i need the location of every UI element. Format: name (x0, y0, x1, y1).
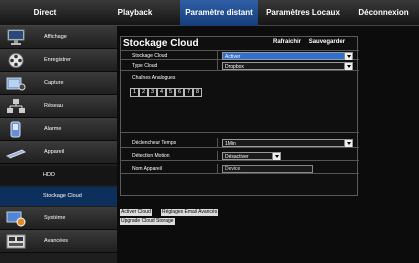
film-reel-icon (6, 52, 26, 69)
channel-checkbox[interactable]: 1 (130, 88, 139, 97)
device-icon (5, 144, 27, 161)
channel-checkbox[interactable]: 7 (184, 88, 193, 97)
motion-detection-select[interactable]: Désactiver (222, 152, 281, 160)
row-device-name: Nom Appareil Device (121, 164, 359, 174)
advanced-icon (6, 233, 26, 250)
monitor-icon (6, 29, 26, 46)
cloud-storage-panel: Stockage Cloud Rafraichir Sauvegarder St… (120, 36, 359, 196)
main-content: Stockage Cloud Rafraichir Sauvegarder St… (118, 26, 419, 263)
analog-channels: Chaînes Analogues 1 2 3 4 5 6 7 8 (121, 73, 359, 133)
sidebar-item-network[interactable]: Réseau (0, 95, 117, 118)
sidebar-item-label: Alarme (44, 126, 62, 132)
alarm-icon (6, 121, 26, 138)
row-label: Stockage Cloud (132, 53, 168, 59)
capture-icon (6, 75, 26, 92)
cloud-type-select[interactable]: Dropbox (222, 62, 353, 70)
sidebar-item-advanced[interactable]: Avancées (0, 230, 117, 253)
channel-checkbox[interactable]: 4 (157, 88, 166, 97)
row-cloud-type: Type Cloud Dropbox (121, 61, 359, 71)
upgrade-cloud-button[interactable]: Upgrade Cloud Storage (120, 218, 175, 225)
sidebar-item-capture[interactable]: Capture (0, 72, 117, 95)
select-value: Dropbox (225, 64, 244, 70)
divider (217, 51, 218, 61)
chevron-down-icon (272, 153, 280, 160)
channel-checkbox[interactable]: 6 (175, 88, 184, 97)
cloud-storage-select[interactable]: Activer (222, 52, 353, 60)
chevron-down-icon (344, 140, 352, 147)
sidebar-item-label: Appareil (44, 149, 65, 155)
system-icon (6, 210, 26, 227)
row-label: Déclencheur Temps (132, 140, 177, 146)
divider (217, 164, 218, 174)
divider (217, 138, 218, 148)
sidebar-item-record[interactable]: Enregistrer (0, 49, 117, 72)
chevron-down-icon (344, 63, 352, 70)
page-title: Stockage Cloud (123, 38, 199, 49)
tab-playback[interactable]: Playback (90, 0, 180, 26)
row-label: Détection Motion (132, 153, 170, 159)
divider (217, 151, 218, 161)
top-navigation: Direct Playback Paramètre distant Paramè… (0, 0, 419, 26)
sidebar-subitem-hdd[interactable]: HDD (0, 166, 117, 185)
sidebar-item-display[interactable]: Affichage (0, 26, 117, 49)
device-name-input[interactable]: Device (222, 165, 313, 173)
sidebar-item-label: Avancées (44, 238, 69, 244)
tab-remote-settings[interactable]: Paramètre distant (180, 0, 258, 26)
sidebar-item-device[interactable]: Appareil (0, 141, 117, 164)
channel-checkbox[interactable]: 5 (166, 88, 175, 97)
divider (217, 61, 218, 71)
sidebar-item-label: Système (44, 215, 66, 221)
panel-actions: Rafraichir Sauvegarder (273, 39, 351, 45)
enable-cloud-button[interactable]: Activer Cloud (120, 209, 152, 216)
channels-title: Chaînes Analogues (132, 75, 176, 81)
tab-logout[interactable]: Déconnexion (348, 0, 419, 26)
channel-checkbox[interactable]: 3 (148, 88, 157, 97)
chevron-down-icon (344, 53, 352, 60)
sidebar-item-label: Réseau (44, 103, 63, 109)
select-value: Activer (225, 54, 241, 60)
row-cloud-storage: Stockage Cloud Activer (121, 50, 359, 61)
row-label: Nom Appareil (132, 166, 163, 172)
row-trigger-time: Déclencheur Temps 1Min (121, 138, 359, 148)
sidebar-subitem-cloud-storage[interactable]: Stockage Cloud (0, 187, 117, 206)
sidebar-item-label: Affichage (44, 34, 67, 40)
email-settings-button[interactable]: Réglages Email Avancés (161, 209, 219, 216)
save-button[interactable]: Sauvegarder (309, 39, 345, 45)
refresh-button[interactable]: Rafraichir (273, 39, 301, 45)
sidebar-item-label: Capture (44, 80, 64, 86)
tab-direct[interactable]: Direct (0, 0, 90, 26)
row-label: Type Cloud (132, 63, 158, 69)
channel-list: 1 2 3 4 5 6 7 8 (130, 88, 202, 97)
trigger-time-select[interactable]: 1Min (222, 139, 353, 147)
sidebar: Affichage Enregistrer Capture Réseau Ala… (0, 26, 117, 263)
sidebar-item-alarm[interactable]: Alarme (0, 118, 117, 141)
row-motion-detection: Détection Motion Désactiver (121, 151, 359, 161)
channel-checkbox[interactable]: 2 (139, 88, 148, 97)
sidebar-item-label: Enregistrer (44, 57, 71, 63)
channel-checkbox[interactable]: 8 (193, 88, 202, 97)
select-value: 1Min (225, 141, 236, 147)
tab-local-settings[interactable]: Paramètres Locaux (258, 0, 348, 26)
network-icon (6, 98, 26, 115)
sidebar-item-system[interactable]: Système (0, 207, 117, 230)
select-value: Désactiver (225, 154, 249, 160)
